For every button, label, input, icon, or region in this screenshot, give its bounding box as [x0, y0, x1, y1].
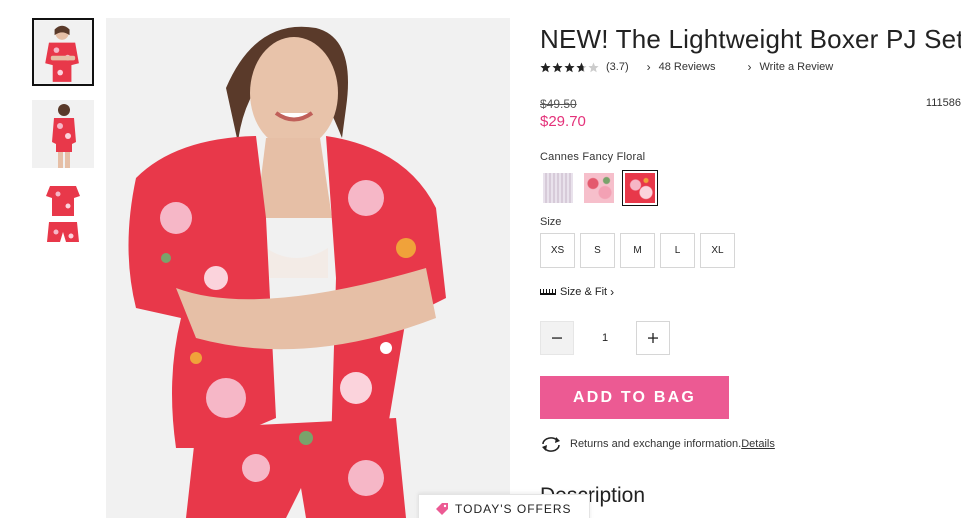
star-full-icon [540, 62, 551, 72]
quantity-increase-button[interactable] [636, 321, 670, 355]
star-rating [540, 62, 600, 73]
star-full-icon [552, 62, 563, 72]
size-option-m[interactable]: M [620, 233, 655, 268]
color-swatches [540, 170, 961, 206]
reviews-link[interactable]: 48 Reviews [659, 61, 716, 73]
size-option-l[interactable]: L [660, 233, 695, 268]
chevron-right-icon: › [610, 285, 615, 299]
quantity-decrease-button[interactable] [540, 321, 574, 355]
size-fit-label: Size & Fit [560, 286, 608, 298]
ruler-icon [540, 289, 556, 295]
original-price: $49.50 [540, 97, 577, 111]
returns-text: Returns and exchange information. [570, 438, 742, 450]
color-name: Cannes Fancy Floral [540, 151, 646, 163]
minus-icon [552, 337, 562, 339]
size-option-xl[interactable]: XL [700, 233, 735, 268]
chevron-right-icon: › [646, 60, 651, 74]
model-in-floral-pj-image [106, 18, 510, 518]
quantity-value[interactable]: 1 [574, 332, 636, 344]
product-flat-thumbnail-image [32, 182, 94, 250]
quantity-stepper: 1 [540, 321, 961, 355]
star-full-icon [564, 62, 575, 72]
product-main-image[interactable] [106, 18, 510, 518]
todays-offers-button[interactable]: TODAY'S OFFERS [418, 494, 590, 518]
tag-icon [436, 503, 448, 515]
swatch-lilac-stripe[interactable] [540, 170, 576, 206]
price-block: $49.50 $29.70 111586 [540, 97, 961, 133]
thumbnail-3[interactable] [32, 182, 94, 250]
model-back-thumbnail-image [32, 100, 94, 168]
model-front-thumbnail-image [34, 20, 92, 84]
todays-offers-label: TODAY'S OFFERS [455, 502, 572, 516]
star-partial-icon [576, 62, 587, 72]
product-title: NEW! The Lightweight Boxer PJ Set [540, 24, 961, 54]
thumbnail-1[interactable] [32, 18, 94, 86]
chevron-right-icon: › [747, 60, 752, 74]
thumbnail-2[interactable] [32, 100, 94, 168]
exchange-arrows-icon [542, 437, 560, 452]
star-empty-icon [588, 62, 599, 72]
size-options: XS S M L XL [540, 233, 961, 268]
size-fit-link[interactable]: Size & Fit › [540, 285, 961, 299]
product-info: NEW! The Lightweight Boxer PJ Set (3.7) … [540, 24, 961, 452]
product-sku: 111586 [925, 97, 961, 109]
details-link[interactable]: Details [741, 438, 775, 450]
swatch-cannes-fancy-floral[interactable] [622, 170, 658, 206]
thumbnail-list [32, 18, 94, 264]
plus-icon [648, 333, 658, 343]
size-option-xs[interactable]: XS [540, 233, 575, 268]
swatch-pink-floral[interactable] [581, 170, 617, 206]
size-option-s[interactable]: S [580, 233, 615, 268]
sale-price: $29.70 [540, 113, 586, 130]
add-to-bag-button[interactable]: ADD TO BAG [540, 376, 729, 419]
rating-row: (3.7) › 48 Reviews › Write a Review [540, 59, 961, 75]
write-review-link[interactable]: Write a Review [759, 61, 833, 73]
size-label: Size [540, 216, 562, 228]
returns-info: Returns and exchange information. Detail… [540, 436, 961, 452]
rating-value: (3.7) [606, 61, 629, 73]
